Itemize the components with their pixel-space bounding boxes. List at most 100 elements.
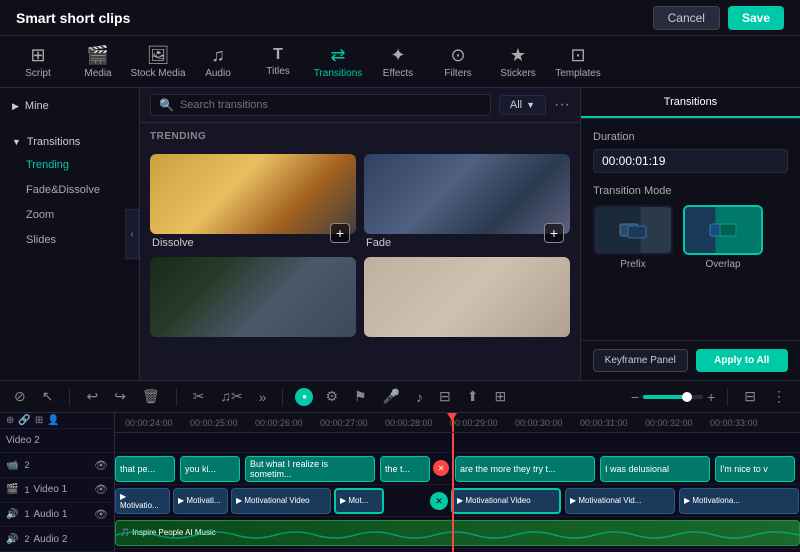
speed-icon[interactable]: ⚙: [321, 386, 342, 407]
link-icon[interactable]: 🔗: [18, 415, 30, 426]
toolbar-stickers[interactable]: ★ Stickers: [488, 38, 548, 86]
redo-icon[interactable]: ↪: [110, 386, 130, 407]
cursor-icon[interactable]: ↖: [38, 386, 58, 407]
track-label-audio1: 🔊 1 Audio 1 👁: [0, 503, 114, 528]
right-panel-tabs: Transitions: [581, 88, 800, 119]
fade-add-button[interactable]: +: [544, 223, 564, 243]
clip-motivational-1[interactable]: ▶ Motivatio...: [115, 488, 170, 514]
delete-icon[interactable]: 🗑: [138, 386, 164, 407]
apply-to-all-button[interactable]: Apply to All: [696, 349, 789, 372]
track-v1-eye[interactable]: 👁: [94, 483, 108, 496]
transition-dissolve[interactable]: + Dissolve: [150, 154, 356, 249]
zoom-controls: − +: [631, 389, 715, 405]
mode-prefix-thumb: [593, 205, 673, 255]
clip-motivational-video-2[interactable]: ▶ Motivational Video: [451, 488, 561, 514]
transitions-icon: ⇄: [330, 45, 345, 66]
undo-icon[interactable]: ↩: [82, 386, 102, 407]
left-panel-mine-label: Mine: [25, 100, 49, 112]
flag-icon[interactable]: ⚑: [350, 386, 371, 407]
clip-motivational-2[interactable]: ▶ Motivati...: [173, 488, 228, 514]
zoom-slider-fill: [643, 395, 685, 399]
toolbar-templates-label: Templates: [555, 68, 601, 79]
sidebar-item-zoom[interactable]: Zoom: [6, 203, 133, 227]
snap-icon[interactable]: ⊕: [6, 415, 14, 426]
zoom-slider-thumb[interactable]: [682, 392, 692, 402]
clip-that-pe[interactable]: that pe...: [115, 456, 175, 482]
more-options-button[interactable]: ···: [554, 96, 570, 114]
toolbar-templates[interactable]: ⊡ Templates: [548, 38, 608, 86]
toolbar-stock-media-label: Stock Media: [130, 68, 185, 79]
track-v2-eye[interactable]: 👁: [94, 459, 108, 472]
filter-button[interactable]: All ▼: [499, 95, 546, 115]
toolbar-filters-label: Filters: [444, 68, 471, 79]
save-button[interactable]: Save: [728, 6, 784, 30]
toolbar-stock-media[interactable]: 🖼 Stock Media: [128, 38, 188, 86]
track-a1-eye[interactable]: 👁: [94, 508, 108, 521]
toolbar-filters[interactable]: ⊙ Filters: [428, 38, 488, 86]
track-label-video1: 🎬 1 Video 1 👁: [0, 478, 114, 503]
mode-overlap[interactable]: Overlap: [683, 205, 763, 270]
mode-prefix[interactable]: Prefix: [593, 205, 673, 270]
clip-im-nice[interactable]: I'm nice to v: [715, 456, 795, 482]
left-panel-transitions-header[interactable]: ▼ Transitions: [0, 132, 139, 152]
clip-are-the-more[interactable]: are the more they try t...: [455, 456, 595, 482]
mine-arrow-icon: ▶: [12, 101, 19, 112]
cancel-button[interactable]: Cancel: [653, 6, 720, 30]
split-icon[interactable]: ⊘: [10, 386, 30, 407]
settings-icon[interactable]: ⋮: [768, 386, 790, 407]
transition-city[interactable]: [150, 257, 356, 340]
clip-mot[interactable]: ▶ Mot...: [334, 488, 384, 514]
zoom-in-button[interactable]: +: [707, 389, 715, 405]
clip-motivational-vid[interactable]: ▶ Motivational Vid...: [565, 488, 675, 514]
sidebar-item-fade-dissolve[interactable]: Fade&Dissolve: [6, 178, 133, 202]
toolbar-audio[interactable]: ♫ Audio: [188, 38, 248, 86]
timeline-tracks: that pe... you ki... But what I realize …: [115, 433, 800, 552]
clip-motivational-video[interactable]: ▶ Motivational Video: [231, 488, 331, 514]
text-overlay-icon[interactable]: ⊟: [435, 386, 455, 407]
transitions-arrow-icon: ▼: [12, 137, 21, 147]
sidebar-item-slides[interactable]: Slides: [6, 228, 133, 252]
clip-i-was-delusional[interactable]: I was delusional: [600, 456, 710, 482]
layout-icon[interactable]: ⊟: [740, 386, 760, 407]
middle-panel-toolbar: 🔍 All ▼ ···: [140, 88, 580, 123]
mic-icon[interactable]: 🎤: [379, 386, 404, 407]
toolbar-transitions[interactable]: ⇄ Transitions: [308, 38, 368, 86]
sidebar-item-trending[interactable]: Trending: [6, 153, 133, 177]
audio-split-icon[interactable]: ♫✂: [216, 386, 246, 407]
add-track-icon[interactable]: ⊞: [35, 415, 43, 426]
track-video2-upper: [115, 433, 800, 453]
zoom-out-button[interactable]: −: [631, 389, 639, 405]
left-panel-mine-header[interactable]: ▶ Mine: [0, 96, 139, 116]
transition-fade[interactable]: + Fade: [364, 154, 570, 249]
export-icon[interactable]: ⬆: [463, 386, 483, 407]
track-label-text-video1: Video 1: [33, 484, 90, 495]
dissolve-add-button[interactable]: +: [330, 223, 350, 243]
fade-thumbnail: [364, 154, 570, 234]
clip-but-what[interactable]: But what I realize is sometim...: [245, 456, 375, 482]
transition-blur[interactable]: [364, 257, 570, 340]
tab-transitions[interactable]: Transitions: [581, 88, 800, 118]
ruler-time-7: 00:00:31:00: [580, 418, 628, 428]
clip-you-ki[interactable]: you ki...: [180, 456, 240, 482]
person-icon[interactable]: 👤: [47, 415, 59, 426]
clip-inspire-music[interactable]: 🎵 Inspire People AI Music: [115, 520, 800, 546]
music-icon[interactable]: ♪: [412, 387, 427, 407]
toolbar-effects[interactable]: ✦ Effects: [368, 38, 428, 86]
playhead-line: [452, 433, 454, 552]
picture-in-picture-icon[interactable]: ⊞: [491, 386, 511, 407]
zoom-slider[interactable]: [643, 395, 703, 399]
cut-icon[interactable]: ✂: [189, 386, 209, 407]
more-tools-icon[interactable]: »: [255, 387, 271, 407]
toolbar-media[interactable]: 🎬 Media: [68, 38, 128, 86]
toolbar-titles[interactable]: T Titles: [248, 38, 308, 86]
right-panel-footer: Keyframe Panel Apply to All: [581, 340, 800, 380]
clip-the-t[interactable]: the t...: [380, 456, 430, 482]
record-icon[interactable]: ●: [295, 388, 313, 406]
mode-options: Prefix Overlap: [593, 205, 788, 270]
search-input[interactable]: [180, 99, 482, 111]
panel-collapse-button[interactable]: ‹: [125, 209, 139, 259]
toolbar-script[interactable]: ⊞ Script: [8, 38, 68, 86]
duration-input[interactable]: [593, 149, 788, 173]
keyframe-panel-button[interactable]: Keyframe Panel: [593, 349, 688, 372]
clip-motivationa[interactable]: ▶ Motivationa...: [679, 488, 799, 514]
